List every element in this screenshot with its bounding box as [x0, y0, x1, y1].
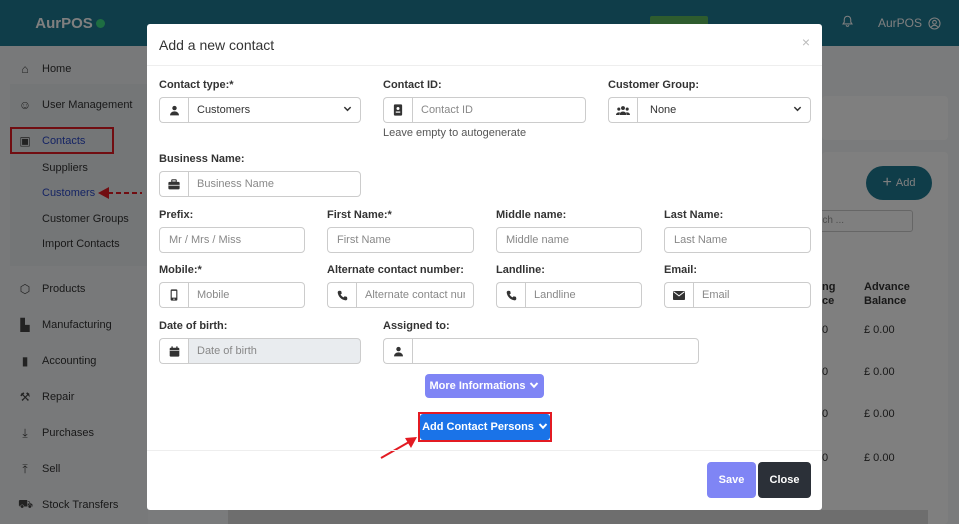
- business-name-field[interactable]: [188, 171, 361, 197]
- prefix-field[interactable]: [159, 227, 305, 253]
- assigned-to-group: [383, 338, 699, 364]
- add-contact-persons-label: Add Contact Persons: [422, 421, 534, 433]
- phone-icon: [327, 282, 356, 308]
- mobile-group: [159, 282, 305, 308]
- dob-label: Date of birth:: [159, 320, 228, 332]
- dob-field[interactable]: [188, 338, 361, 364]
- middle-name-field[interactable]: [496, 227, 642, 253]
- chevron-down-icon: [793, 104, 802, 116]
- chevron-down-icon: [343, 104, 352, 116]
- mobile-input[interactable]: [197, 289, 296, 301]
- prefix-input[interactable]: [169, 234, 295, 246]
- business-name-group: [159, 171, 361, 197]
- modal-close-icon[interactable]: ×: [802, 34, 810, 50]
- contact-id-label: Contact ID:: [383, 79, 442, 91]
- first-name-field[interactable]: [327, 227, 474, 253]
- user-icon: [383, 338, 412, 364]
- first-name-label: First Name:*: [327, 209, 392, 221]
- first-name-input[interactable]: [337, 234, 464, 246]
- chevron-down-icon: [529, 380, 539, 393]
- modal-footer-divider: [147, 450, 822, 451]
- landline-input[interactable]: [534, 289, 633, 301]
- save-button[interactable]: Save: [707, 462, 756, 498]
- contact-id-field[interactable]: [412, 97, 586, 123]
- landline-group: [496, 282, 642, 308]
- business-name-input[interactable]: [197, 178, 352, 190]
- contact-type-select[interactable]: Customers: [188, 97, 361, 123]
- users-icon: [608, 97, 637, 123]
- contact-id-help: Leave empty to autogenerate: [383, 127, 527, 139]
- contact-id-group: [383, 97, 586, 123]
- phone-icon: [496, 282, 525, 308]
- alt-number-label: Alternate contact number:: [327, 264, 464, 276]
- briefcase-icon: [159, 171, 188, 197]
- email-group: [664, 282, 811, 308]
- contact-type-value: Customers: [197, 104, 251, 116]
- alt-number-group: [327, 282, 474, 308]
- more-informations-button[interactable]: More Informations: [425, 374, 544, 398]
- dob-group: [159, 338, 361, 364]
- last-name-label: Last Name:: [664, 209, 724, 221]
- contact-type-group: Customers: [159, 97, 361, 123]
- middle-name-input[interactable]: [506, 234, 632, 246]
- alt-number-input[interactable]: [365, 289, 465, 301]
- mobile-label: Mobile:*: [159, 264, 202, 276]
- assigned-to-label: Assigned to:: [383, 320, 450, 332]
- alt-number-field[interactable]: [356, 282, 474, 308]
- dob-input[interactable]: [197, 345, 352, 357]
- annotation-arrow-up-right-icon: [380, 437, 417, 459]
- last-name-field[interactable]: [664, 227, 811, 253]
- add-contact-modal: Add a new contact × Contact type:* Custo…: [147, 24, 822, 510]
- landline-field[interactable]: [525, 282, 642, 308]
- contact-id-input[interactable]: [421, 104, 577, 116]
- email-input[interactable]: [702, 289, 802, 301]
- id-card-icon: [383, 97, 412, 123]
- last-name-input[interactable]: [674, 234, 801, 246]
- email-label: Email:: [664, 264, 698, 276]
- modal-title: Add a new contact: [159, 37, 275, 53]
- landline-label: Landline:: [496, 264, 545, 276]
- more-informations-label: More Informations: [429, 380, 526, 392]
- assigned-to-select[interactable]: [412, 338, 699, 364]
- customer-group-group: None: [608, 97, 811, 123]
- chevron-down-icon: [538, 421, 548, 434]
- customer-group-select[interactable]: None: [637, 97, 811, 123]
- middle-name-label: Middle name:: [496, 209, 567, 221]
- close-button[interactable]: Close: [758, 462, 811, 498]
- mobile-phone-icon: [159, 282, 188, 308]
- business-name-label: Business Name:: [159, 153, 245, 165]
- envelope-icon: [664, 282, 693, 308]
- contact-type-label: Contact type:*: [159, 79, 234, 91]
- calendar-icon: [159, 338, 188, 364]
- modal-header: Add a new contact ×: [147, 24, 822, 66]
- customer-group-label: Customer Group:: [608, 79, 700, 91]
- prefix-label: Prefix:: [159, 209, 194, 221]
- user-icon: [159, 97, 188, 123]
- customer-group-value: None: [650, 104, 677, 116]
- mobile-field[interactable]: [188, 282, 305, 308]
- add-contact-persons-button[interactable]: Add Contact Persons: [420, 414, 550, 440]
- email-field[interactable]: [693, 282, 811, 308]
